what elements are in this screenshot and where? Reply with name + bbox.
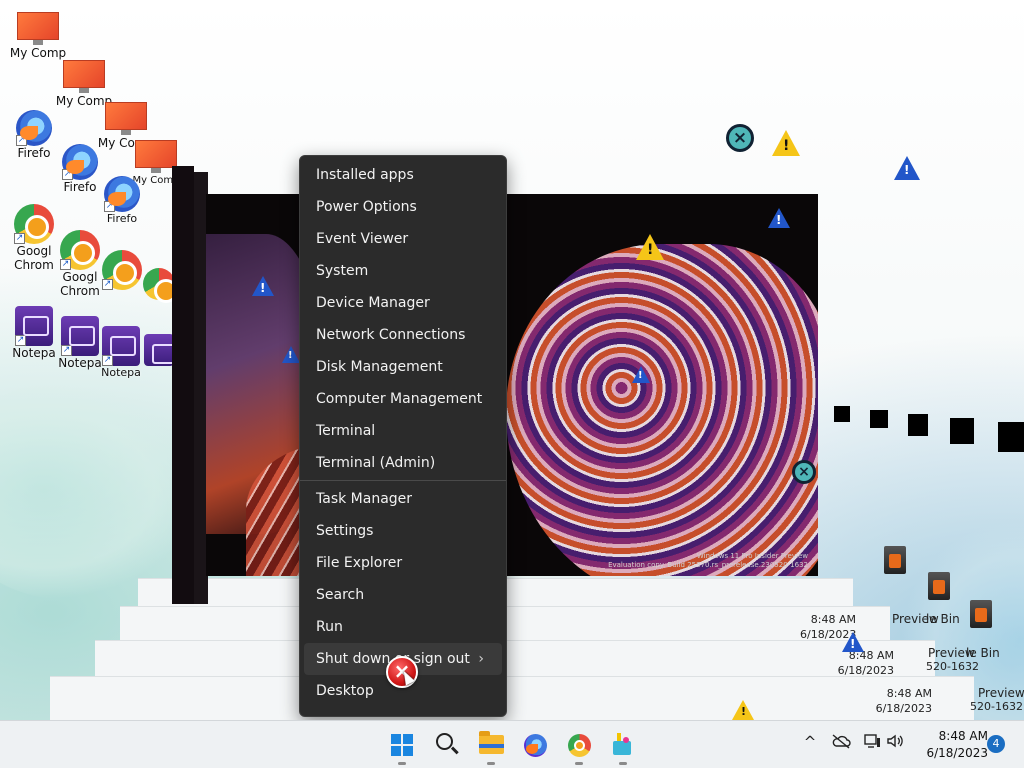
file-explorer-button[interactable]: [471, 725, 511, 765]
menu-item-disk-management[interactable]: Disk Management: [300, 351, 506, 383]
info-triangle-icon: !: [768, 208, 790, 228]
menu-item-event-viewer[interactable]: Event Viewer: [300, 223, 506, 255]
ghost-clock: 8:48 AM 6/18/2023: [875, 687, 932, 715]
taskbar: ^ 8:48 AM 6/18/2023: [0, 720, 1024, 768]
notepad-icon: ↗: [102, 326, 140, 366]
notification-badge[interactable]: 4: [987, 735, 1005, 753]
build-label: 520-1632: [926, 660, 979, 673]
menu-item-network-connections[interactable]: Network Connections: [300, 319, 506, 351]
preview-label: Preview: [978, 686, 1024, 700]
menu-item-device-manager[interactable]: Device Manager: [300, 287, 506, 319]
smeared-window-strip: [172, 166, 194, 604]
firefox-icon: [524, 734, 547, 757]
taskbar-clock[interactable]: 8:48 AM 6/18/2023: [914, 728, 988, 762]
menu-item-file-explorer[interactable]: File Explorer: [300, 547, 506, 579]
start-icon: [391, 734, 413, 756]
recycle-bin-icon: [970, 600, 992, 628]
notepad-icon: ↗: [15, 306, 53, 346]
clock-date: 6/18/2023: [926, 746, 988, 760]
firefox-icon: ↗: [16, 110, 52, 146]
chrome-icon: [143, 268, 178, 303]
warning-icon: !: [732, 700, 754, 720]
ghost-taskbar: [95, 640, 935, 676]
info-triangle-icon: !: [282, 346, 300, 363]
wallpaper-swirl: [0, 380, 200, 600]
desktop-background: 8:48 AM 6/18/2023 8:48 AM 6/18/2023 8:48 A…: [0, 0, 1024, 720]
menu-item-run[interactable]: Run: [300, 611, 506, 643]
recycle-bin-icon: [928, 572, 950, 600]
chevron-right-icon: ›: [478, 651, 484, 667]
info-triangle-icon: !: [842, 632, 864, 652]
recycle-bin-label: le Bin: [966, 646, 1000, 660]
file-explorer-icon: [479, 731, 504, 754]
warning-icon: !: [772, 130, 800, 156]
recycle-bin-label: le Bin: [926, 612, 960, 626]
start-button[interactable]: [382, 725, 422, 765]
info-triangle-icon: !: [252, 276, 274, 296]
search-icon: [436, 733, 453, 750]
recycle-bin-icon: [884, 546, 906, 574]
desktop-icon-firefox[interactable]: ↗ Firefo: [96, 176, 148, 226]
glitch-block: [870, 410, 888, 428]
menu-item-terminal[interactable]: Terminal: [300, 415, 506, 447]
chrome-icon: [568, 734, 591, 757]
glitch-block: [950, 418, 974, 444]
ghost-taskbar: [50, 676, 974, 720]
power-user-menu: Installed apps Power Options Event Viewe…: [299, 155, 507, 717]
chrome-icon: ↗: [60, 230, 100, 270]
menu-item-system[interactable]: System: [300, 255, 506, 287]
ghost-clock: 8:48 AM 6/18/2023: [837, 649, 894, 677]
chrome-button[interactable]: [559, 725, 599, 765]
desktop-icon-my-computer[interactable]: My Comp: [52, 60, 116, 108]
info-triangle-icon: !: [894, 156, 920, 180]
menu-item-installed-apps[interactable]: Installed apps: [300, 159, 506, 191]
notepad-icon: ↗: [61, 316, 99, 356]
firefox-button[interactable]: [515, 725, 555, 765]
menu-item-terminal-admin[interactable]: Terminal (Admin): [300, 447, 506, 479]
onedrive-icon[interactable]: [829, 733, 853, 753]
notepad-icon: [144, 334, 178, 366]
paint-icon: [613, 733, 633, 757]
glitch-block: [908, 414, 928, 436]
menu-item-search[interactable]: Search: [300, 579, 506, 611]
menu-item-computer-management[interactable]: Computer Management: [300, 383, 506, 415]
search-button[interactable]: [427, 725, 467, 765]
info-triangle-icon: !: [632, 366, 650, 383]
menu-item-settings[interactable]: Settings: [300, 515, 506, 547]
close-circle-icon: ×: [792, 460, 816, 484]
menu-item-power-options[interactable]: Power Options: [300, 191, 506, 223]
clock-time: 8:48 AM: [938, 729, 988, 743]
menu-separator: [300, 480, 506, 481]
menu-item-task-manager[interactable]: Task Manager: [300, 483, 506, 515]
volume-icon[interactable]: [884, 733, 908, 753]
glitch-block: [834, 406, 850, 422]
wallpaper-bloom: [506, 244, 818, 576]
desktop-icon-my-computer[interactable]: My Comp: [6, 12, 70, 60]
glitch-block: [998, 422, 1024, 452]
warning-icon: !: [636, 234, 664, 260]
computer-icon: [105, 102, 147, 136]
close-circle-icon: ×: [726, 124, 754, 152]
computer-icon: [63, 60, 105, 94]
windows-watermark: Windows 11 Pro Insider Preview Evaluatio…: [608, 552, 808, 569]
chrome-icon: ↗: [14, 204, 54, 244]
wallpaper-preview-window: Windows 11 Pro Insider Preview Evaluatio…: [206, 194, 818, 576]
computer-icon: [17, 12, 59, 46]
computer-icon: [135, 140, 177, 174]
paint-button[interactable]: [603, 725, 643, 765]
show-hidden-icons-button[interactable]: ^: [798, 733, 822, 751]
network-icon[interactable]: [860, 733, 884, 753]
firefox-icon: ↗: [62, 144, 98, 180]
firefox-icon: ↗: [104, 176, 140, 212]
build-label: 520-1632: [970, 700, 1023, 713]
